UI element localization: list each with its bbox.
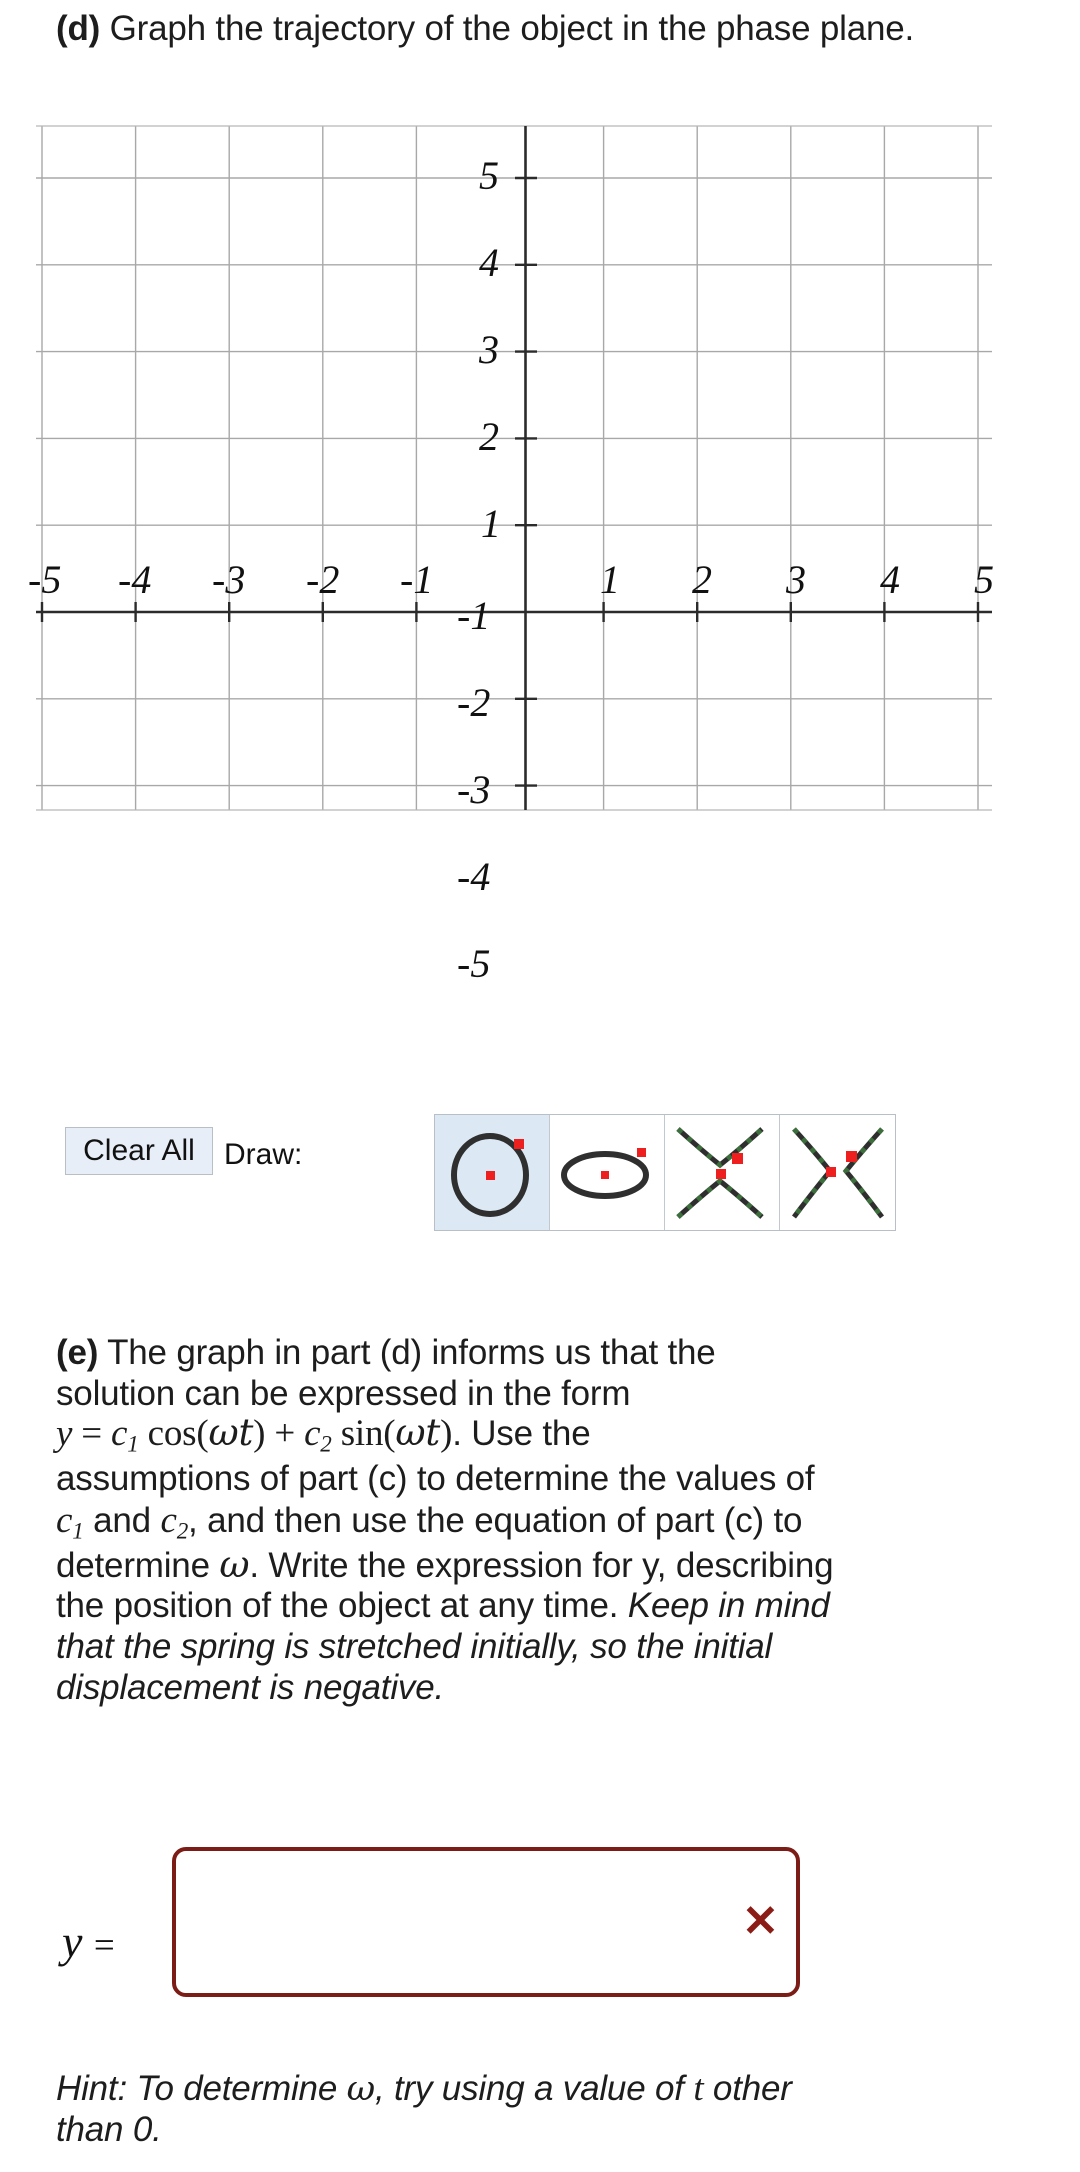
hint-tail: other [703, 2069, 792, 2108]
part-e-line-2: solution can be expressed in the form [56, 1374, 631, 1413]
formula-c2: c [304, 1413, 321, 1454]
part-e-line-6: determine ω. Write the expression for y,… [56, 1543, 834, 1586]
x-tick-label-4: 4 [880, 557, 900, 602]
y-tick-label-2: 2 [479, 414, 499, 459]
answer-label-y: y [62, 1916, 83, 1967]
x-tick-label-neg5: -5 [28, 557, 62, 602]
draw-tool-ellipse[interactable] [550, 1115, 665, 1230]
hint-omega: ω [346, 2069, 376, 2109]
part-e-line-9: displacement is negative. [56, 1668, 444, 1707]
y-tick-label-1: 1 [481, 501, 501, 546]
hyperbola-opening-horizontal-icon [791, 1126, 884, 1219]
part-e-line-8: that the spring is stretched initially, … [56, 1627, 773, 1666]
part-e-formula-line: y = c1 cos(ωt) + c2 sin(ωt). Use the [56, 1411, 591, 1464]
line5-c2: c [160, 1500, 177, 1541]
answer-label-equals: = [93, 1925, 115, 1966]
y-tick-label-neg2: -2 [457, 680, 491, 725]
formula-sin: sin( [331, 1413, 396, 1454]
formula-close-paren-1: ) [253, 1413, 266, 1454]
line7-italic: Keep in mind [627, 1586, 830, 1625]
incorrect-x-icon[interactable]: ✕ [742, 1900, 779, 1944]
formula-omega-t-2: ωt [395, 1411, 441, 1454]
part-e-line1-text: The graph in part (d) informs us that th… [98, 1333, 716, 1372]
x-tick-label-5: 5 [974, 557, 994, 602]
line5-rest: , and then use the equation of part (c) … [188, 1501, 803, 1540]
line6-suffix: . Write the expression for y, describing [249, 1546, 834, 1585]
part-d-marker: (d) [56, 9, 101, 48]
hint-rest: , try using a value of [374, 2069, 694, 2108]
x-tick-label-neg3: -3 [212, 557, 246, 602]
hint-t: t [693, 2068, 704, 2109]
circle-with-point-icon [451, 1132, 529, 1217]
part-e-line-4: assumptions of part (c) to determine the… [56, 1459, 815, 1498]
hint-lead: Hint: To determine [56, 2069, 347, 2108]
line6-prefix: determine [56, 1546, 220, 1585]
y-tick-label-neg5: -5 [457, 941, 491, 986]
formula-c1-subscript: 1 [127, 1430, 139, 1457]
y-tick-label-4: 4 [479, 240, 499, 285]
part-e-line-7: the position of the object at any time. … [56, 1585, 830, 1626]
line5-c1-subscript: 1 [72, 1517, 84, 1544]
formula-c2-subscript: 2 [320, 1430, 332, 1457]
phase-plane-graph[interactable]: 5 4 3 2 1 -1 -2 -3 -5 -4 -3 -2 -1 1 2 3 … [0, 108, 1080, 828]
hint-line-2: than 0. [56, 2110, 162, 2149]
y-tick-label-neg1: -1 [457, 593, 491, 638]
formula-trailing-text: . Use the [452, 1414, 591, 1453]
draw-tool-circle[interactable] [435, 1115, 550, 1230]
draw-tool-group [434, 1114, 896, 1231]
x-tick-label-2: 2 [692, 557, 712, 602]
hint-line-1: Hint: To determine ω, try using a value … [56, 2068, 792, 2110]
line7-plain: the position of the object at any time. [56, 1586, 628, 1625]
ellipse-with-point-icon [561, 1147, 649, 1199]
answer-input[interactable] [172, 1847, 800, 1997]
part-d-text: Graph the trajectory of the object in th… [100, 9, 915, 48]
part-e-marker: (e) [56, 1333, 99, 1372]
formula-y: y [56, 1413, 73, 1454]
y-tick-label-5: 5 [479, 153, 499, 198]
y-tick-label-3: 3 [479, 327, 499, 372]
formula-plus: + [265, 1413, 305, 1454]
y-tick-label-neg4: -4 [457, 854, 491, 899]
x-tick-label-1: 1 [600, 557, 620, 602]
line6-omega: ω [219, 1543, 250, 1586]
hyperbola-opening-vertical-icon [676, 1126, 764, 1219]
x-tick-label-neg4: -4 [118, 557, 152, 602]
x-tick-label-neg1: -1 [400, 557, 434, 602]
part-d-prompt: (d) Graph the trajectory of the object i… [56, 8, 1056, 49]
formula-c1: c [111, 1413, 128, 1454]
formula-equals: = [72, 1413, 112, 1454]
draw-label: Draw: [224, 1138, 303, 1171]
line5-c2-subscript: 2 [176, 1517, 189, 1544]
line5-c1: c [56, 1500, 73, 1541]
formula-cos: cos( [138, 1413, 209, 1454]
formula-omega-t-1: ωt [208, 1411, 254, 1454]
line5-and: and [83, 1501, 161, 1540]
draw-tool-hyperbola-vertical[interactable] [665, 1115, 780, 1230]
formula-close-paren-2: ) [440, 1413, 453, 1454]
graph-grid[interactable] [0, 108, 1080, 828]
clear-all-label: Clear All [83, 1134, 195, 1167]
draw-tool-hyperbola-horizontal[interactable] [780, 1115, 895, 1230]
x-tick-label-3: 3 [786, 557, 806, 602]
answer-label: y = [62, 1915, 115, 1968]
part-e-line-1: (e) The graph in part (d) informs us tha… [56, 1332, 716, 1373]
y-tick-label-neg3: -3 [457, 767, 491, 812]
clear-all-button[interactable]: Clear All [65, 1127, 213, 1175]
x-tick-label-neg2: -2 [306, 557, 340, 602]
